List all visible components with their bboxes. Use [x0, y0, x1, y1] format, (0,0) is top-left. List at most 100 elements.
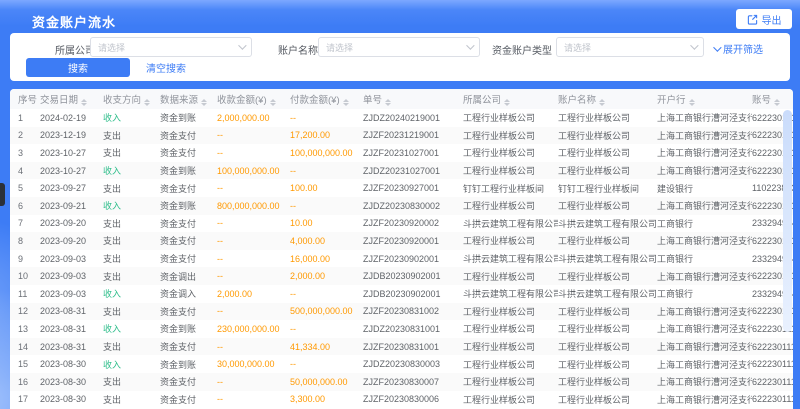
cell-source: 资金支付 — [160, 338, 217, 356]
column-label: 付款金额(¥) — [290, 95, 340, 106]
column-header-4[interactable]: 收款金额(¥) — [217, 89, 290, 109]
account-type-select[interactable]: 请选择 — [556, 37, 704, 57]
cell-paid: -- — [290, 320, 363, 338]
cell-no: 2 — [10, 127, 40, 145]
table-row[interactable]: 62023-09-21收入资金到账800,000,000.00--ZJDZ202… — [10, 197, 793, 215]
flow-table-panel: 序号交易日期收支方向数据来源收款金额(¥)付款金额(¥)单号所属公司账户名称开户… — [10, 89, 793, 409]
company-select[interactable]: 请选择 — [90, 37, 252, 57]
table-row[interactable]: 122023-08-31支出资金支付--500,000,000.00ZJZF20… — [10, 303, 793, 321]
sort-carets-icon[interactable] — [201, 99, 207, 107]
cell-order_no: ZJZF20230830007 — [363, 373, 463, 391]
table-row[interactable]: 112023-09-03收入资金调入2,000.00--ZJDB20230902… — [10, 285, 793, 303]
sort-carets-icon[interactable] — [774, 99, 780, 107]
account-name-select[interactable]: 请选择 — [318, 37, 480, 57]
cell-paid: 50,000,000.00 — [290, 373, 363, 391]
cell-source: 资金支付 — [160, 215, 217, 233]
export-icon — [747, 14, 758, 25]
cell-source: 资金支付 — [160, 250, 217, 268]
cell-received: -- — [217, 215, 290, 233]
sort-carets-icon[interactable] — [599, 99, 605, 107]
cell-company: 斗拱云建筑工程有限公司 — [463, 285, 558, 303]
sort-carets-icon[interactable] — [689, 99, 695, 107]
table-row[interactable]: 152023-08-30收入资金到账30,000,000.00--ZJDZ202… — [10, 355, 793, 373]
cell-no: 12 — [10, 303, 40, 321]
expand-filters-label: 展开筛选 — [723, 41, 763, 56]
column-header-2[interactable]: 收支方向 — [103, 89, 160, 109]
export-label: 导出 — [762, 12, 782, 27]
cell-bank: 上海工商银行漕河泾支行 — [657, 109, 752, 127]
cell-date: 2023-09-03 — [40, 250, 103, 268]
column-header-5[interactable]: 付款金额(¥) — [290, 89, 363, 109]
cell-direction: 支出 — [103, 338, 160, 356]
table-row[interactable]: 52023-09-27支出资金支付--100.00ZJZF20230927001… — [10, 179, 793, 197]
cell-paid: 100.00 — [290, 179, 363, 197]
vertical-scrollbar[interactable] — [783, 110, 792, 332]
cell-company: 工程行业样板公司 — [463, 162, 558, 180]
table-body: 12024-02-19收入资金到账2,000,000.00--ZJDZ20240… — [10, 109, 793, 408]
sort-carets-icon[interactable] — [343, 99, 349, 107]
cell-no: 3 — [10, 144, 40, 162]
sidebar-collapse-handle[interactable] — [0, 183, 5, 206]
cell-company: 工程行业样板公司 — [463, 391, 558, 409]
table-row[interactable]: 92023-09-03支出资金支付--16,000.00ZJZF20230902… — [10, 250, 793, 268]
table-row[interactable]: 22023-12-19支出资金支付--17,200.00ZJZF20231219… — [10, 127, 793, 145]
cell-bank: 上海工商银行漕河泾支行 — [657, 267, 752, 285]
cell-paid: 17,200.00 — [290, 127, 363, 145]
column-header-3[interactable]: 数据来源 — [160, 89, 217, 109]
column-header-9[interactable]: 开户行 — [657, 89, 752, 109]
cell-account_name: 工程行业样板公司 — [558, 267, 657, 285]
table-row[interactable]: 102023-09-03支出资金调出--2,000.00ZJDB20230902… — [10, 267, 793, 285]
account-type-filter-label: 资金账户类型 — [492, 42, 552, 57]
cell-direction: 支出 — [103, 391, 160, 409]
cell-company: 工程行业样板公司 — [463, 373, 558, 391]
cell-company: 工程行业样板公司 — [463, 109, 558, 127]
cell-source: 资金调出 — [160, 267, 217, 285]
search-button[interactable]: 搜索 — [26, 58, 130, 77]
cell-paid: -- — [290, 109, 363, 127]
column-header-6[interactable]: 单号 — [363, 89, 463, 109]
column-header-10[interactable]: 账号 — [752, 89, 793, 109]
table-row[interactable]: 172023-08-30支出资金支付--3,300.00ZJZF20230830… — [10, 391, 793, 409]
table-row[interactable]: 142023-08-31支出资金支付--41,334.00ZJZF2023083… — [10, 338, 793, 356]
cell-source: 资金支付 — [160, 232, 217, 250]
table-row[interactable]: 82023-09-20支出资金支付--4,000.00ZJZF202309200… — [10, 232, 793, 250]
table-row[interactable]: 162023-08-30支出资金支付--50,000,000.00ZJZF202… — [10, 373, 793, 391]
chevron-down-icon — [238, 41, 246, 49]
sort-carets-icon[interactable] — [81, 99, 87, 107]
sort-carets-icon[interactable] — [385, 99, 391, 107]
column-header-7[interactable]: 所属公司 — [463, 89, 558, 109]
cell-bank: 上海工商银行漕河泾支行 — [657, 373, 752, 391]
column-header-8[interactable]: 账户名称 — [558, 89, 657, 109]
sort-carets-icon[interactable] — [270, 99, 276, 107]
column-label: 所属公司 — [463, 95, 501, 106]
column-label: 收款金额(¥) — [217, 95, 267, 106]
cell-bank: 上海工商银行漕河泾支行 — [657, 303, 752, 321]
export-button[interactable]: 导出 — [736, 9, 792, 29]
column-header-1[interactable]: 交易日期 — [40, 89, 103, 109]
cell-account_name: 工程行业样板公司 — [558, 373, 657, 391]
table-row[interactable]: 42023-10-27收入资金到账100,000,000.00--ZJDZ202… — [10, 162, 793, 180]
cell-direction: 支出 — [103, 303, 160, 321]
cell-received: 100,000,000.00 — [217, 162, 290, 180]
cell-account_name: 工程行业样板公司 — [558, 338, 657, 356]
sort-carets-icon[interactable] — [504, 99, 510, 107]
cell-account_no: 622230111 — [752, 355, 793, 373]
cell-account_name: 斗拱云建筑工程有限公司 — [558, 250, 657, 268]
clear-search-button[interactable]: 清空搜索 — [138, 58, 194, 77]
expand-filters-link[interactable]: 展开筛选 — [713, 41, 763, 56]
cell-paid: 41,334.00 — [290, 338, 363, 356]
sort-carets-icon[interactable] — [144, 99, 150, 107]
table-row[interactable]: 72023-09-20支出资金支付--10.00ZJZF20230920002斗… — [10, 215, 793, 233]
cell-received: -- — [217, 391, 290, 409]
cell-date: 2023-08-30 — [40, 391, 103, 409]
cell-company: 工程行业样板公司 — [463, 232, 558, 250]
cell-bank: 上海工商银行漕河泾支行 — [657, 232, 752, 250]
table-row[interactable]: 32023-10-27支出资金支付--100,000,000.00ZJZF202… — [10, 144, 793, 162]
cell-bank: 上海工商银行漕河泾支行 — [657, 355, 752, 373]
table-row[interactable]: 12024-02-19收入资金到账2,000,000.00--ZJDZ20240… — [10, 109, 793, 127]
table-row[interactable]: 132023-08-31收入资金到账230,000,000.00--ZJDZ20… — [10, 320, 793, 338]
cell-source: 资金到账 — [160, 355, 217, 373]
cell-source: 资金支付 — [160, 373, 217, 391]
cell-company: 钉钉工程行业样板间 — [463, 179, 558, 197]
cell-source: 资金调入 — [160, 285, 217, 303]
